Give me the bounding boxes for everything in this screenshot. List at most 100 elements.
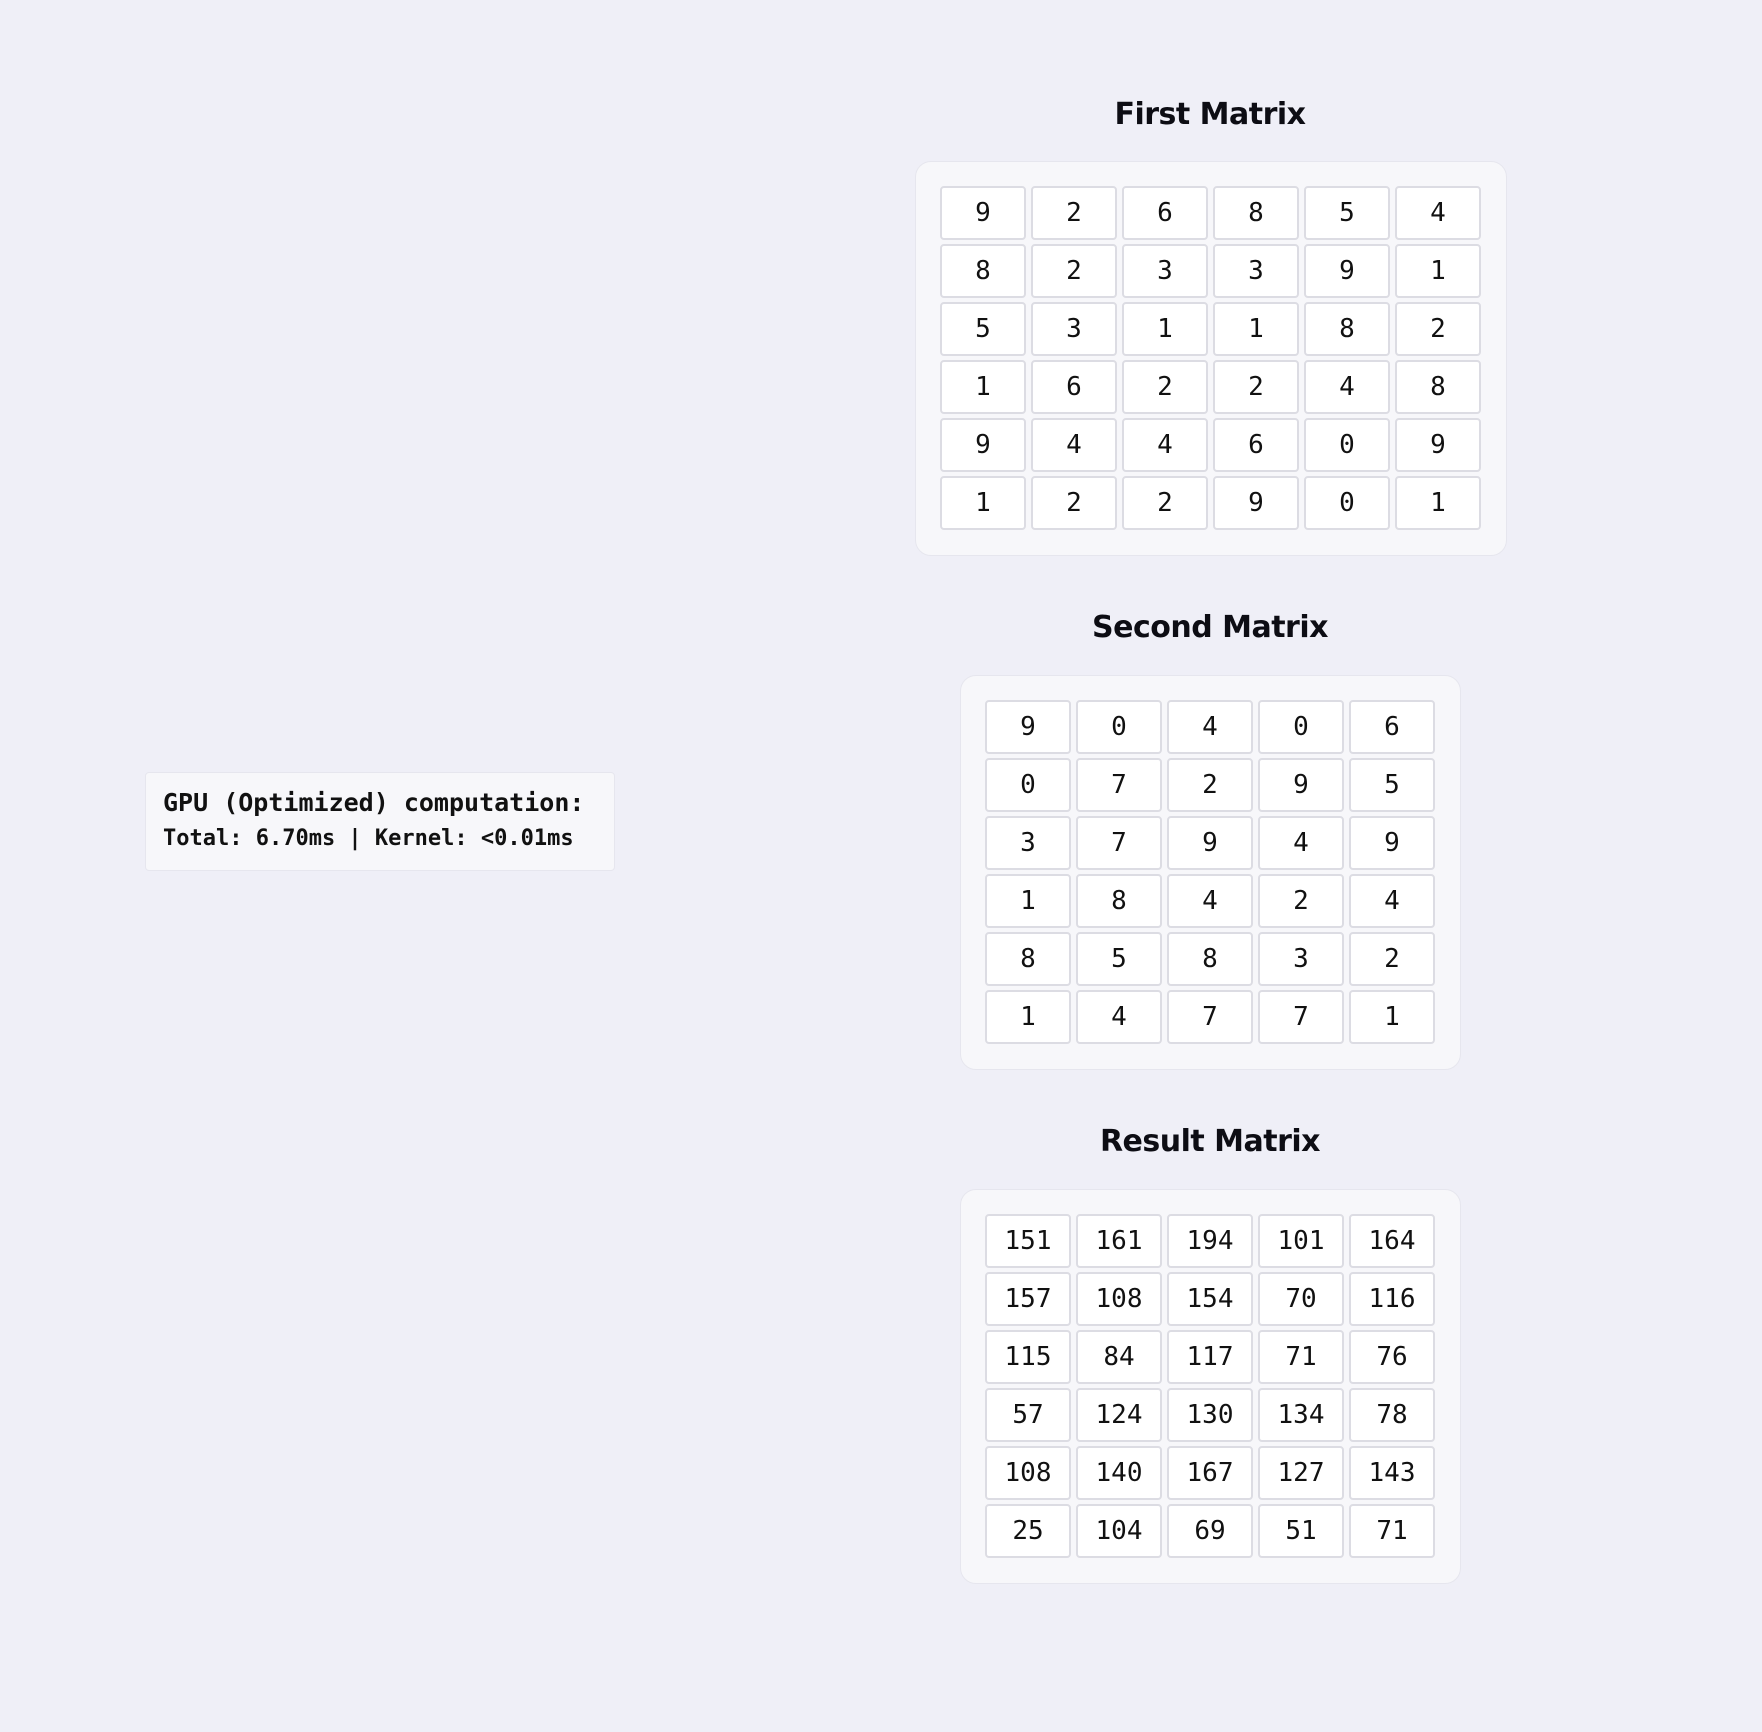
- first-matrix-cell[interactable]: 2: [1031, 476, 1117, 530]
- second-matrix-cell[interactable]: 0: [985, 758, 1071, 812]
- second-matrix-cell[interactable]: 7: [1258, 990, 1344, 1044]
- result-matrix-cell[interactable]: 143: [1349, 1446, 1435, 1500]
- result-matrix-cell[interactable]: 127: [1258, 1446, 1344, 1500]
- first-matrix-cell[interactable]: 8: [1395, 360, 1481, 414]
- first-matrix-cell[interactable]: 9: [1395, 418, 1481, 472]
- first-matrix-cell[interactable]: 2: [1122, 360, 1208, 414]
- first-matrix-cell[interactable]: 4: [1304, 360, 1390, 414]
- second-matrix-cell[interactable]: 8: [1167, 932, 1253, 986]
- result-matrix-panel: 151 161 194 101 164 157 108 154 70 116 115 84 117 71 7…: [960, 1189, 1461, 1584]
- result-matrix-cell[interactable]: 167: [1167, 1446, 1253, 1500]
- result-matrix-cell[interactable]: 69: [1167, 1504, 1253, 1558]
- result-matrix-cell[interactable]: 71: [1349, 1504, 1435, 1558]
- second-matrix-cell[interactable]: 4: [1167, 700, 1253, 754]
- result-matrix-cell[interactable]: 151: [985, 1214, 1071, 1268]
- result-matrix-cell[interactable]: 194: [1167, 1214, 1253, 1268]
- first-matrix-cell[interactable]: 4: [1031, 418, 1117, 472]
- second-matrix-cell[interactable]: 4: [1076, 990, 1162, 1044]
- second-matrix-cell[interactable]: 5: [1349, 758, 1435, 812]
- result-matrix-title: Result Matrix: [1099, 1124, 1321, 1159]
- first-matrix-cell[interactable]: 8: [1213, 186, 1299, 240]
- second-matrix-cell[interactable]: 9: [1349, 816, 1435, 870]
- second-matrix-cell[interactable]: 9: [1258, 758, 1344, 812]
- second-matrix-cell[interactable]: 6: [1349, 700, 1435, 754]
- first-matrix-cell[interactable]: 1: [1122, 302, 1208, 356]
- second-matrix-cell[interactable]: 7: [1076, 758, 1162, 812]
- second-matrix-cell[interactable]: 2: [1167, 758, 1253, 812]
- result-matrix-cell[interactable]: 25: [985, 1504, 1071, 1558]
- result-matrix-grid: 151 161 194 101 164 157 108 154 70 116 115 84 117 71 7…: [985, 1214, 1436, 1558]
- first-matrix-cell[interactable]: 5: [940, 302, 1026, 356]
- result-matrix-cell[interactable]: 140: [1076, 1446, 1162, 1500]
- result-matrix-cell[interactable]: 84: [1076, 1330, 1162, 1384]
- first-matrix-cell[interactable]: 9: [940, 418, 1026, 472]
- second-matrix-cell[interactable]: 1: [1349, 990, 1435, 1044]
- second-matrix-cell[interactable]: 2: [1349, 932, 1435, 986]
- second-matrix-cell[interactable]: 8: [985, 932, 1071, 986]
- result-matrix-cell[interactable]: 70: [1258, 1272, 1344, 1326]
- second-matrix-cell[interactable]: 4: [1258, 816, 1344, 870]
- second-matrix-cell[interactable]: 4: [1349, 874, 1435, 928]
- result-matrix-cell[interactable]: 161: [1076, 1214, 1162, 1268]
- result-matrix-cell[interactable]: 164: [1349, 1214, 1435, 1268]
- second-matrix-cell[interactable]: 7: [1076, 816, 1162, 870]
- computation-timing-text: Total: 6.70ms | Kernel: <0.01ms: [163, 826, 574, 851]
- result-matrix-cell[interactable]: 108: [985, 1446, 1071, 1500]
- first-matrix-cell[interactable]: 2: [1031, 244, 1117, 298]
- result-matrix-cell[interactable]: 116: [1349, 1272, 1435, 1326]
- first-matrix-cell[interactable]: 1: [1395, 244, 1481, 298]
- first-matrix-cell[interactable]: 1: [940, 476, 1026, 530]
- first-matrix-cell[interactable]: 8: [940, 244, 1026, 298]
- result-matrix-cell[interactable]: 101: [1258, 1214, 1344, 1268]
- first-matrix-cell[interactable]: 4: [1122, 418, 1208, 472]
- second-matrix-cell[interactable]: 4: [1167, 874, 1253, 928]
- result-matrix-cell[interactable]: 154: [1167, 1272, 1253, 1326]
- first-matrix-cell[interactable]: 3: [1031, 302, 1117, 356]
- first-matrix-cell[interactable]: 2: [1031, 186, 1117, 240]
- first-matrix-cell[interactable]: 0: [1304, 418, 1390, 472]
- first-matrix-cell[interactable]: 9: [940, 186, 1026, 240]
- result-matrix-cell[interactable]: 115: [985, 1330, 1071, 1384]
- first-matrix-cell[interactable]: 9: [1304, 244, 1390, 298]
- second-matrix-cell[interactable]: 8: [1076, 874, 1162, 928]
- first-matrix-cell[interactable]: 6: [1031, 360, 1117, 414]
- second-matrix-cell[interactable]: 3: [985, 816, 1071, 870]
- result-matrix-cell[interactable]: 117: [1167, 1330, 1253, 1384]
- result-matrix-cell[interactable]: 76: [1349, 1330, 1435, 1384]
- first-matrix-cell[interactable]: 6: [1213, 418, 1299, 472]
- first-matrix-cell[interactable]: 2: [1122, 476, 1208, 530]
- second-matrix-cell[interactable]: 0: [1076, 700, 1162, 754]
- result-matrix-cell[interactable]: 134: [1258, 1388, 1344, 1442]
- first-matrix-cell[interactable]: 5: [1304, 186, 1390, 240]
- result-matrix-cell[interactable]: 108: [1076, 1272, 1162, 1326]
- first-matrix-cell[interactable]: 6: [1122, 186, 1208, 240]
- first-matrix-cell[interactable]: 0: [1304, 476, 1390, 530]
- second-matrix-cell[interactable]: 0: [1258, 700, 1344, 754]
- first-matrix-cell[interactable]: 4: [1395, 186, 1481, 240]
- result-matrix-cell[interactable]: 157: [985, 1272, 1071, 1326]
- second-matrix-cell[interactable]: 9: [985, 700, 1071, 754]
- first-matrix-cell[interactable]: 2: [1395, 302, 1481, 356]
- result-matrix-cell[interactable]: 71: [1258, 1330, 1344, 1384]
- first-matrix-cell[interactable]: 2: [1213, 360, 1299, 414]
- result-matrix-cell[interactable]: 57: [985, 1388, 1071, 1442]
- second-matrix-cell[interactable]: 3: [1258, 932, 1344, 986]
- first-matrix-cell[interactable]: 9: [1213, 476, 1299, 530]
- second-matrix-cell[interactable]: 2: [1258, 874, 1344, 928]
- first-matrix-cell[interactable]: 1: [940, 360, 1026, 414]
- first-matrix-cell[interactable]: 3: [1213, 244, 1299, 298]
- first-matrix-cell[interactable]: 1: [1395, 476, 1481, 530]
- second-matrix-cell[interactable]: 1: [985, 874, 1071, 928]
- result-matrix-cell[interactable]: 78: [1349, 1388, 1435, 1442]
- first-matrix-cell[interactable]: 1: [1213, 302, 1299, 356]
- result-matrix-cell[interactable]: 51: [1258, 1504, 1344, 1558]
- result-matrix-cell[interactable]: 124: [1076, 1388, 1162, 1442]
- result-matrix-cell[interactable]: 104: [1076, 1504, 1162, 1558]
- second-matrix-cell[interactable]: 7: [1167, 990, 1253, 1044]
- first-matrix-cell[interactable]: 8: [1304, 302, 1390, 356]
- second-matrix-cell[interactable]: 5: [1076, 932, 1162, 986]
- result-matrix-cell[interactable]: 130: [1167, 1388, 1253, 1442]
- first-matrix-cell[interactable]: 3: [1122, 244, 1208, 298]
- second-matrix-cell[interactable]: 1: [985, 990, 1071, 1044]
- second-matrix-cell[interactable]: 9: [1167, 816, 1253, 870]
